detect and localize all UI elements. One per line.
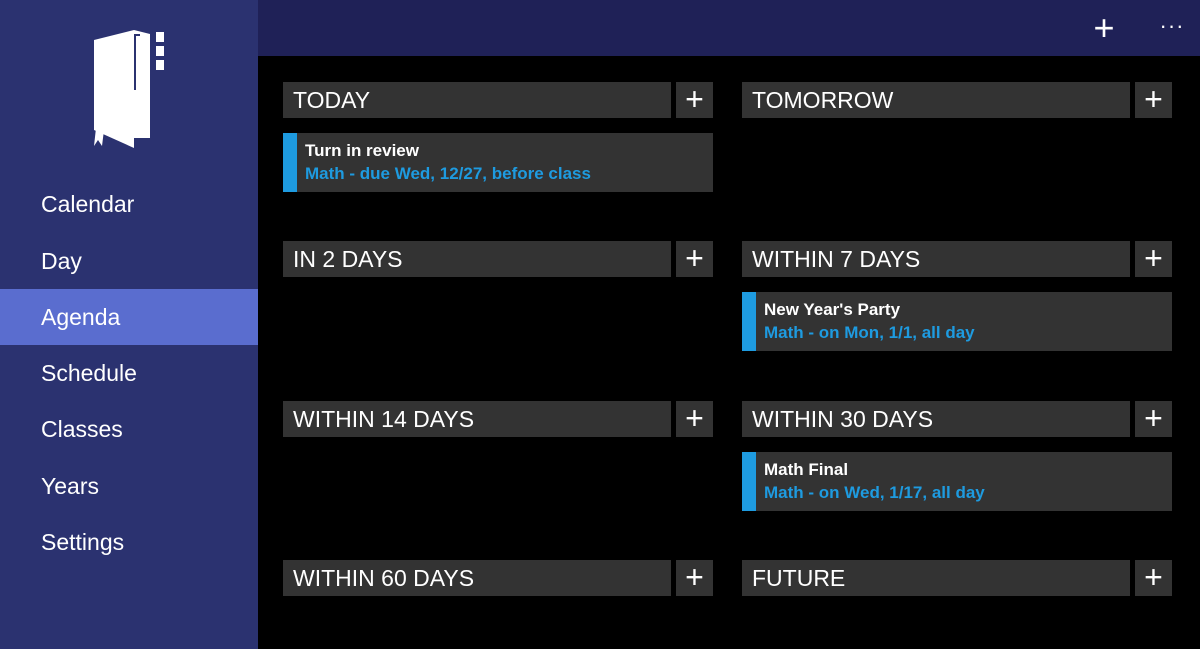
add-future-button[interactable]: + [1135, 560, 1172, 596]
section-header-today: TODAY [283, 82, 671, 118]
section-header-within-30-days: WITHIN 30 DAYS [742, 401, 1130, 437]
section-header-within-14-days: WITHIN 14 DAYS [283, 401, 671, 437]
class-color-bar [283, 133, 297, 192]
sidebar-item-settings[interactable]: Settings [0, 514, 258, 570]
more-icon[interactable]: ··· [1152, 6, 1192, 46]
add-today-button[interactable]: + [676, 82, 713, 118]
add-icon[interactable]: + [1084, 8, 1124, 48]
top-bar: + ··· [258, 0, 1200, 56]
sidebar-item-classes[interactable]: Classes [0, 401, 258, 457]
section-header-tomorrow: TOMORROW [742, 82, 1130, 118]
add-within-30-days-button[interactable]: + [1135, 401, 1172, 437]
add-in-2-days-button[interactable]: + [676, 241, 713, 277]
add-within-60-days-button[interactable]: + [676, 560, 713, 596]
class-color-bar [742, 292, 756, 351]
section-header-within-7-days: WITHIN 7 DAYS [742, 241, 1130, 277]
sidebar-item-calendar[interactable]: Calendar [0, 176, 258, 232]
class-color-bar [742, 452, 756, 511]
notebook-pen-icon [94, 30, 164, 148]
sidebar-item-schedule[interactable]: Schedule [0, 345, 258, 401]
add-within-7-days-button[interactable]: + [1135, 241, 1172, 277]
sidebar-item-agenda[interactable]: Agenda [0, 289, 258, 345]
sidebar: Calendar Day Agenda Schedule Classes Yea… [0, 0, 258, 649]
agenda-item-new-years-party[interactable]: New Year's Party Math - on Mon, 1/1, all… [742, 292, 1172, 351]
section-header-future: FUTURE [742, 560, 1130, 596]
add-tomorrow-button[interactable]: + [1135, 82, 1172, 118]
section-header-within-60-days: WITHIN 60 DAYS [283, 560, 671, 596]
section-header-in-2-days: IN 2 DAYS [283, 241, 671, 277]
sidebar-item-years[interactable]: Years [0, 458, 258, 514]
sidebar-item-day[interactable]: Day [0, 233, 258, 289]
item-subtitle: Math - on Mon, 1/1, all day [764, 323, 975, 342]
add-within-14-days-button[interactable]: + [676, 401, 713, 437]
item-title: New Year's Party [764, 300, 901, 319]
item-title: Turn in review [305, 141, 419, 160]
item-title: Math Final [764, 460, 849, 479]
agenda-item-math-final[interactable]: Math Final Math - on Wed, 1/17, all day [742, 452, 1172, 511]
item-subtitle: Math - on Wed, 1/17, all day [764, 483, 985, 502]
agenda-item-turn-in-review[interactable]: Turn in review Math - due Wed, 12/27, be… [283, 133, 713, 192]
item-subtitle: Math - due Wed, 12/27, before class [305, 164, 591, 183]
